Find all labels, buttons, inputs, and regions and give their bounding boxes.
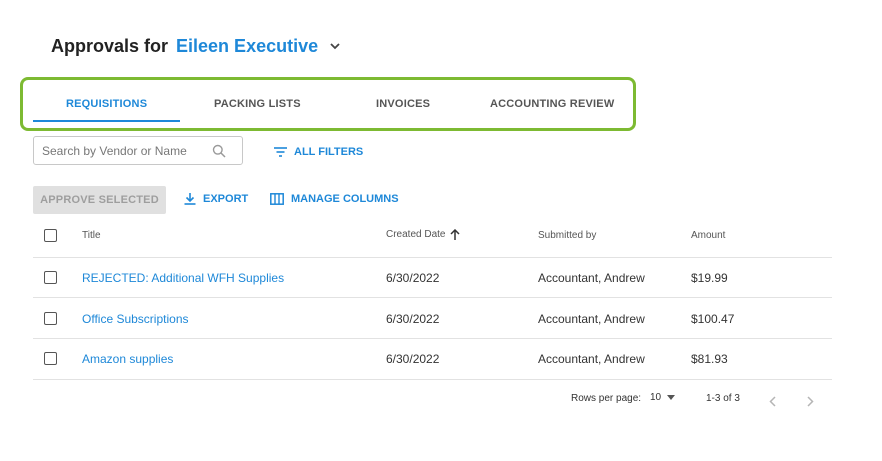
approve-selected-button[interactable]: APPROVE SELECTED xyxy=(33,186,166,214)
caret-down-icon xyxy=(667,395,676,400)
row-checkbox[interactable] xyxy=(44,352,57,365)
arrow-up-icon xyxy=(450,229,461,240)
rows-per-page-value: 10 xyxy=(650,392,662,403)
row-amount: $19.99 xyxy=(691,271,728,285)
page-header: Approvals for Eileen Executive xyxy=(51,34,340,58)
chevron-left-icon[interactable] xyxy=(769,394,776,412)
tab-requisitions[interactable]: REQUISITIONS xyxy=(66,98,147,110)
chevron-right-icon[interactable] xyxy=(807,394,814,412)
row-divider xyxy=(33,297,832,298)
row-created-date: 6/30/2022 xyxy=(386,271,440,285)
rows-per-page-select[interactable]: 10 xyxy=(650,392,676,403)
column-header-title[interactable]: Title xyxy=(82,230,101,241)
select-all-checkbox[interactable] xyxy=(44,229,57,242)
column-header-created-date[interactable]: Created Date xyxy=(386,229,461,240)
row-title-link[interactable]: Amazon supplies xyxy=(82,352,173,366)
tab-invoices[interactable]: INVOICES xyxy=(376,98,430,110)
rows-per-page-label: Rows per page: xyxy=(571,393,642,404)
row-amount: $100.47 xyxy=(691,312,735,326)
all-filters-label: ALL FILTERS xyxy=(294,146,364,158)
search-box[interactable] xyxy=(33,136,243,165)
row-title-link[interactable]: REJECTED: Additional WFH Supplies xyxy=(82,271,284,285)
page-title: Approvals for xyxy=(51,35,169,56)
row-title-link[interactable]: Office Subscriptions xyxy=(82,312,189,326)
row-divider xyxy=(33,338,832,339)
column-header-submitted-by[interactable]: Submitted by xyxy=(538,230,596,241)
filter-icon xyxy=(274,147,287,157)
tab-accounting-review[interactable]: ACCOUNTING REVIEW xyxy=(490,98,614,110)
row-submitted-by: Accountant, Andrew xyxy=(538,352,645,366)
row-created-date: 6/30/2022 xyxy=(386,312,440,326)
row-amount: $81.93 xyxy=(691,352,728,366)
approver-name[interactable]: Eileen Executive xyxy=(176,36,318,57)
pagination-range: 1-3 of 3 xyxy=(706,393,740,404)
row-divider xyxy=(33,257,832,258)
created-date-label: Created Date xyxy=(386,229,446,240)
columns-icon xyxy=(270,193,284,205)
export-button[interactable]: EXPORT xyxy=(184,193,248,205)
manage-columns-label: MANAGE COLUMNS xyxy=(291,193,399,205)
tab-packing-lists[interactable]: PACKING LISTS xyxy=(214,98,301,110)
row-submitted-by: Accountant, Andrew xyxy=(538,271,645,285)
chevron-down-icon[interactable] xyxy=(330,42,340,50)
row-divider xyxy=(33,379,832,380)
active-tab-indicator xyxy=(33,120,180,122)
export-label: EXPORT xyxy=(203,193,249,205)
download-icon xyxy=(184,193,196,205)
row-checkbox[interactable] xyxy=(44,312,57,325)
row-submitted-by: Accountant, Andrew xyxy=(538,312,645,326)
search-icon[interactable] xyxy=(212,144,226,158)
all-filters-button[interactable]: ALL FILTERS xyxy=(274,146,363,158)
search-input[interactable] xyxy=(42,143,212,158)
manage-columns-button[interactable]: MANAGE COLUMNS xyxy=(270,193,399,205)
row-created-date: 6/30/2022 xyxy=(386,352,440,366)
column-header-amount[interactable]: Amount xyxy=(691,230,725,241)
row-checkbox[interactable] xyxy=(44,271,57,284)
